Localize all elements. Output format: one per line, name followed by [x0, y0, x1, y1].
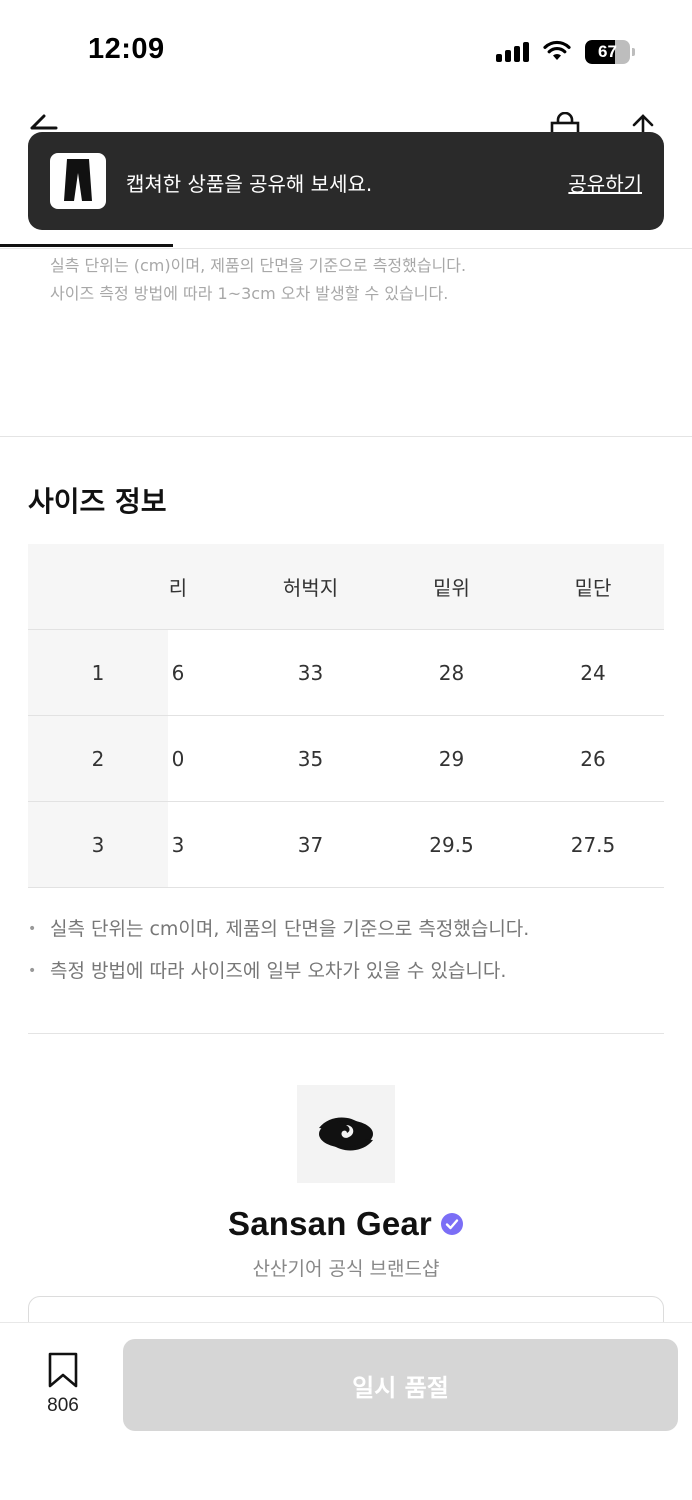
- bottom-bar: 806 일시 품절: [0, 1322, 692, 1500]
- header-cell: [28, 544, 168, 629]
- table-cell: 29.5: [429, 832, 474, 857]
- table-cell: 28: [438, 660, 465, 685]
- toast-message: 캡쳐한 상품을 공유해 보세요.: [126, 172, 373, 196]
- bookmark-icon: [48, 1352, 78, 1388]
- share-toast: 캡쳐한 상품을 공유해 보세요. 공유하기: [28, 132, 664, 230]
- table-row: 1 6 33 28 24: [28, 630, 664, 716]
- size-cell: 3: [91, 832, 105, 857]
- signal-icon: [496, 42, 530, 62]
- header-cell: 밑위: [433, 576, 470, 600]
- table-cell: 35: [297, 746, 324, 771]
- wishlist-button[interactable]: 806: [30, 1351, 96, 1417]
- measure-notice-line: 실측 단위는 (cm)이며, 제품의 단면을 기준으로 측정했습니다.: [50, 256, 467, 275]
- tab-divider: [0, 248, 692, 249]
- brand-logo[interactable]: [297, 1085, 395, 1183]
- note-item: 측정 방법에 따라 사이즈에 일부 오차가 있을 수 있습니다.: [28, 954, 529, 996]
- table-cell: 0: [171, 746, 185, 771]
- active-tab-indicator: [0, 244, 173, 247]
- size-table[interactable]: 리 허벅지 밑위 밑단 1 6 33 28 24 2 0 35 29 26 3 …: [28, 544, 664, 888]
- wifi-icon: [543, 40, 571, 60]
- table-cell: 24: [580, 660, 606, 685]
- table-row: 3 3 37 29.5 27.5: [28, 802, 664, 888]
- battery-percent: 67: [598, 42, 617, 61]
- table-header: 리 허벅지 밑위 밑단: [28, 544, 664, 630]
- header-cell: 리: [168, 576, 188, 600]
- header-cell: 밑단: [574, 576, 612, 600]
- share-link[interactable]: 공유하기: [568, 168, 642, 197]
- brand-divider: [28, 1033, 664, 1034]
- brand-logo-icon: [319, 1117, 373, 1151]
- section-title: 사이즈 정보: [28, 485, 167, 518]
- section-divider: [0, 436, 692, 437]
- brand-name-row: Sansan Gear: [0, 1205, 692, 1243]
- soldout-button[interactable]: 일시 품절: [123, 1339, 678, 1431]
- table-cell: 29: [438, 746, 465, 771]
- table-cell: 27.5: [570, 832, 616, 857]
- brand-description: 산산기어 공식 브랜드샵: [252, 1258, 440, 1280]
- battery-icon: 67: [585, 40, 635, 64]
- size-notes: 실측 단위는 cm이며, 제품의 단면을 기준으로 측정했습니다. 측정 방법에…: [28, 912, 529, 996]
- size-cell: 1: [91, 660, 105, 685]
- note-item: 실측 단위는 cm이며, 제품의 단면을 기준으로 측정했습니다.: [28, 912, 529, 954]
- pants-icon: [64, 159, 92, 201]
- status-bar: 12:09 67: [0, 0, 692, 100]
- header-cell: 허벅지: [282, 576, 339, 600]
- verified-badge-icon: [440, 1213, 463, 1235]
- table-cell: 3: [171, 832, 185, 857]
- measure-notice: 실측 단위는 (cm)이며, 제품의 단면을 기준으로 측정했습니다. 사이즈 …: [50, 252, 466, 308]
- size-cell: 2: [91, 746, 105, 771]
- wish-count: 806: [47, 1395, 79, 1416]
- status-time: 12:09: [88, 33, 165, 65]
- brand-name[interactable]: Sansan Gear: [228, 1205, 432, 1243]
- product-thumbnail: [50, 153, 106, 209]
- table-cell: 6: [171, 660, 185, 685]
- table-cell: 37: [297, 832, 324, 857]
- table-cell: 33: [297, 660, 324, 685]
- table-row: 2 0 35 29 26: [28, 716, 664, 802]
- measure-notice-line: 사이즈 측정 방법에 따라 1~3cm 오차 발생할 수 있습니다.: [50, 284, 449, 303]
- table-cell: 26: [580, 746, 606, 771]
